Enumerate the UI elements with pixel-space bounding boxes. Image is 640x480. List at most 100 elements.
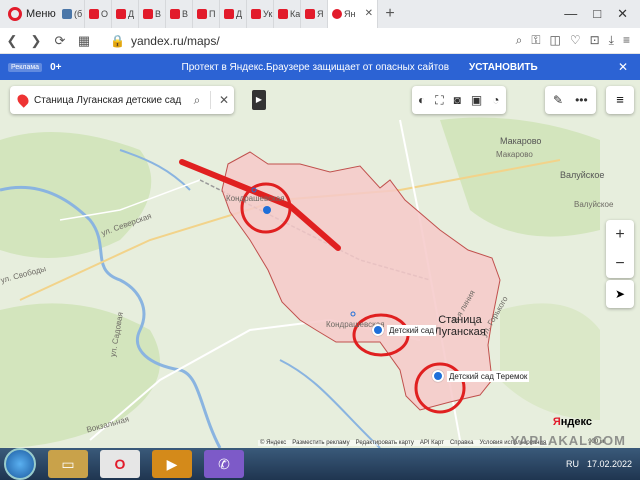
layers-icon[interactable]: ◐ (418, 93, 425, 107)
zoom-out-button[interactable]: − (615, 255, 624, 273)
zoom-control: + − (606, 220, 634, 278)
search-box[interactable]: Станица Луганская детские сад ⌕ ✕ (10, 86, 234, 114)
forest-area (0, 303, 160, 448)
my-location-button[interactable]: ➤ (606, 280, 634, 308)
menu-icon[interactable]: ≡ (606, 86, 634, 114)
tabs-grid-icon[interactable]: ▦ (72, 33, 96, 49)
more-icon[interactable]: ••• (575, 93, 588, 107)
bookmark-icon[interactable]: ♡ (570, 33, 581, 48)
new-tab-button[interactable]: + (378, 5, 402, 23)
poi-label: Детский сад (387, 324, 436, 336)
map-canvas (0, 117, 600, 448)
close-window-button[interactable]: ✕ (617, 6, 628, 22)
box-icon[interactable]: ⊡ (590, 33, 600, 48)
tab-active[interactable]: Ян ✕ (328, 0, 378, 28)
forest-area (0, 132, 152, 258)
tab-favicon-icon (116, 9, 126, 19)
address-bar: ❮ ❯ ⟳ ▦ 🔒 yandex.ru/maps/ ⌕ ⚿ ◫ ♡ ⊡ ⤓ ≡ (0, 28, 640, 54)
tab-label: О (101, 9, 109, 19)
tab-label: В (155, 9, 162, 19)
tab-label: Ян (344, 9, 356, 19)
browser-tab[interactable]: Д (112, 0, 139, 28)
clock[interactable]: 17.02.2022 (587, 459, 632, 470)
install-button[interactable]: УСТАНОВИТЬ (469, 62, 538, 73)
kindergarten-icon (372, 324, 384, 336)
language-indicator[interactable]: RU (566, 459, 579, 469)
map-label-makarovo-station: Макарово (496, 150, 533, 159)
tab-label: П (209, 9, 216, 19)
kindergarten-marker[interactable]: Детский сад Теремок (432, 370, 530, 382)
tab-label: Д (236, 9, 243, 19)
map-label-makarovo: Макарово (500, 136, 542, 146)
date-text: 17.02.2022 (586, 458, 632, 469)
opera-menu-button[interactable]: Меню (0, 0, 58, 28)
browser-tab[interactable]: (б (58, 0, 85, 28)
edit-map-link[interactable]: Редактировать карту (356, 440, 414, 446)
tab-favicon-icon (197, 9, 207, 19)
ads-link[interactable]: Разместить рекламу (292, 440, 349, 446)
panorama-icon[interactable]: ⛶ (435, 93, 443, 108)
zoom-in-button[interactable]: + (615, 226, 624, 244)
tab-favicon-icon (305, 9, 315, 19)
search-icon[interactable]: ⌕ (516, 33, 523, 48)
forward-icon[interactable]: ❯ (24, 33, 48, 49)
browser-tab[interactable]: В (166, 0, 193, 28)
tab-label: В (182, 9, 189, 19)
yandex-maps-favicon-icon (332, 9, 342, 19)
help-link[interactable]: Справка (450, 440, 474, 446)
viber-icon[interactable]: ✆ (204, 450, 244, 478)
url-field[interactable]: 🔒 yandex.ru/maps/ (110, 34, 220, 48)
tab-favicon-icon (62, 9, 72, 19)
collapse-panel-button[interactable]: ▶ (252, 90, 266, 110)
media-player-icon[interactable]: ▶ (152, 450, 192, 478)
close-icon[interactable]: ✕ (217, 93, 231, 107)
opera-taskbar-icon[interactable]: O (100, 450, 140, 478)
yandex-logo: Яндекс (552, 416, 592, 428)
address-bar-actions: ⌕ ⚿ ◫ ♡ ⊡ ⤓ ≡ (516, 33, 640, 48)
tab-bar: Меню (б О Д В В П Д Ук Ка Я Ян ✕ + — □ ✕ (0, 0, 640, 28)
start-button[interactable] (4, 448, 36, 480)
map-area[interactable]: Макарово Макарово Валуйское Валуйское Ко… (0, 80, 640, 448)
api-link[interactable]: API Карт (420, 440, 444, 446)
tab-close-icon[interactable]: ✕ (365, 8, 373, 19)
map-layers-toolbar: ◐ ⛶ ◙ ▣ ◔ (412, 86, 506, 114)
search-icon[interactable]: ⌕ (190, 93, 204, 108)
map-footer: © Яндекс Разместить рекламу Редактироват… (258, 440, 549, 446)
traffic-icon[interactable]: ◔ (492, 93, 499, 107)
reload-icon[interactable]: ⟳ (48, 33, 72, 49)
browser-tab[interactable]: В (139, 0, 166, 28)
back-icon[interactable]: ❮ (0, 33, 24, 49)
copyright-link[interactable]: © Яндекс (260, 440, 286, 446)
browser-tab[interactable]: Д (220, 0, 247, 28)
forest-area (500, 303, 600, 420)
taskbar: ▭ O ▶ ✆ RU 17.02.2022 (0, 448, 640, 480)
search-input[interactable]: Станица Луганская детские сад (34, 95, 184, 106)
close-promo-icon[interactable]: ✕ (618, 60, 628, 74)
ruler-icon[interactable]: ✎ (553, 93, 563, 107)
url-text: yandex.ru/maps/ (130, 33, 220, 48)
tab-label: Ка (290, 9, 301, 19)
tab-label: (б (74, 9, 83, 19)
browser-tab[interactable]: Ка (274, 0, 301, 28)
tab-label: Ук (263, 9, 273, 19)
tab-label: Я (317, 9, 324, 19)
browser-tab[interactable]: П (193, 0, 220, 28)
transport-icon[interactable]: ▣ (471, 93, 482, 107)
browser-tab[interactable]: Я (301, 0, 328, 28)
browser-tab[interactable]: О (85, 0, 112, 28)
key-icon[interactable]: ⚿ (531, 33, 540, 48)
settings-icon[interactable]: ≡ (623, 33, 630, 48)
tab-favicon-icon (170, 9, 180, 19)
tab-label: Д (128, 9, 135, 19)
minimize-button[interactable]: — (564, 6, 577, 22)
download-icon[interactable]: ⤓ (609, 33, 614, 48)
kindergarten-marker[interactable]: Детский сад (372, 324, 436, 336)
maximize-button[interactable]: □ (593, 6, 601, 22)
system-tray: RU 17.02.2022 (566, 459, 640, 470)
explorer-icon[interactable]: ▭ (48, 450, 88, 478)
photo-icon[interactable]: ◙ (454, 93, 461, 107)
tab-favicon-icon (89, 9, 99, 19)
browser-tab[interactable]: Ук (247, 0, 274, 28)
kindergarten-icon (432, 370, 444, 382)
camera-icon[interactable]: ◫ (550, 33, 561, 48)
